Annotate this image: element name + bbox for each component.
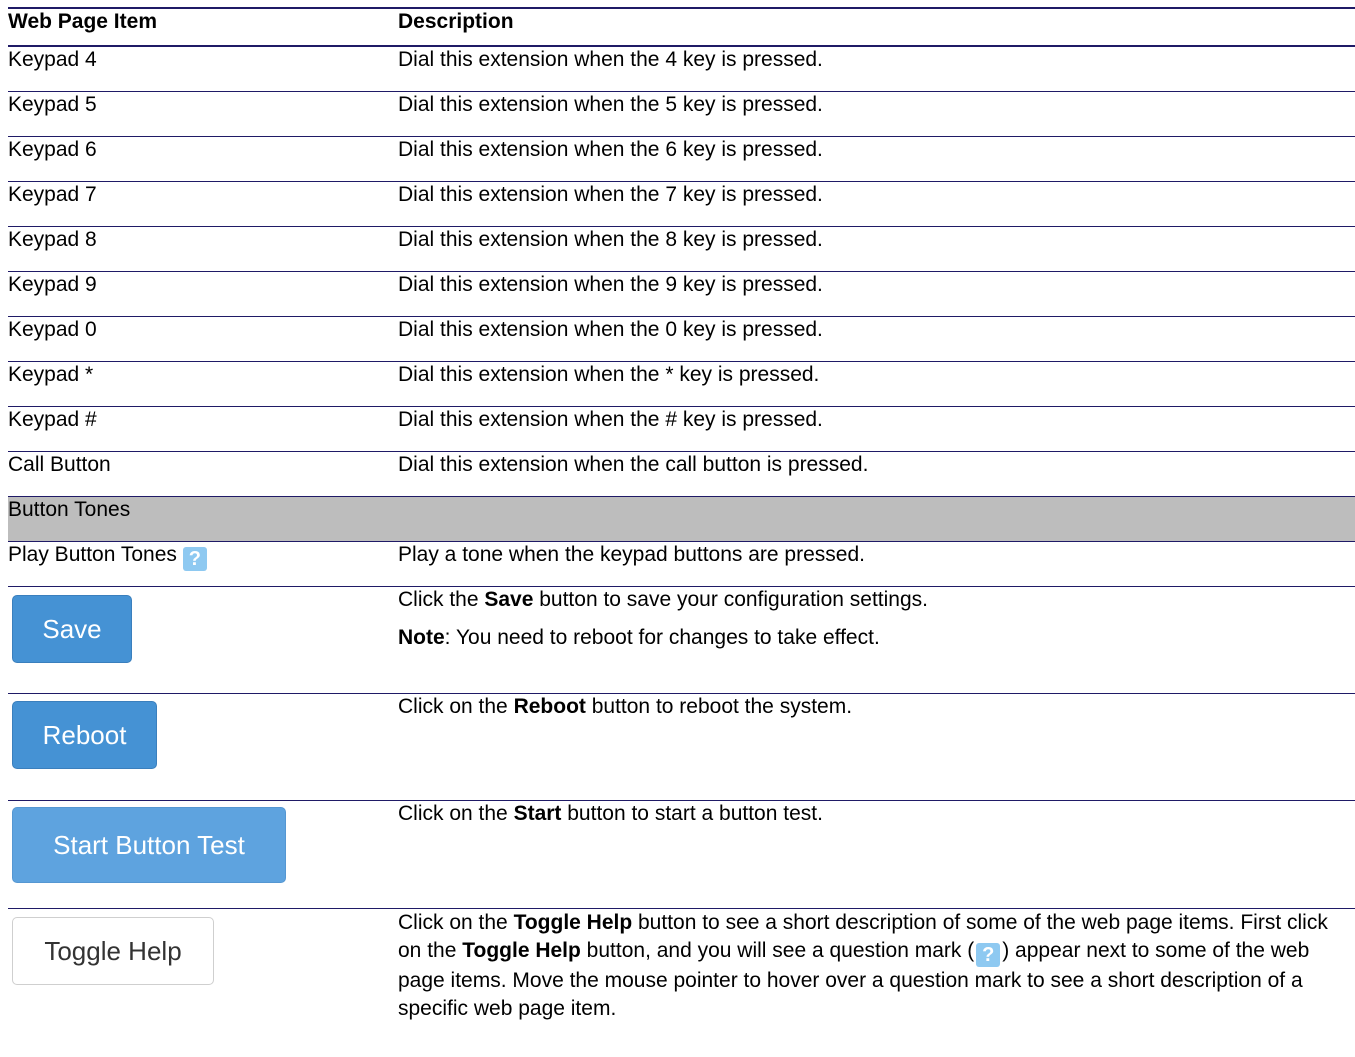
start-test-description: Click on the Start button to start a but… <box>398 801 1355 827</box>
row-description: Click on the Toggle Help button to see a… <box>398 908 1355 1028</box>
table-row: Keypad 5 Dial this extension when the 5 … <box>8 91 1355 136</box>
desc-bold: Save <box>484 587 534 611</box>
desc-bold: Start <box>513 801 562 825</box>
desc-text: Click on the <box>398 801 514 825</box>
table-row-save: Save Click the Save button to save your … <box>8 586 1355 693</box>
row-item: Keypad * <box>8 362 94 386</box>
row-description: Click on the Reboot button to reboot the… <box>398 693 1355 800</box>
desc-text: button, and you will see a question mark… <box>580 938 975 962</box>
table-row: Keypad * Dial this extension when the * … <box>8 361 1355 406</box>
row-description: Play a tone when the keypad buttons are … <box>398 542 865 566</box>
row-description: Dial this extension when the 8 key is pr… <box>398 227 823 251</box>
toggle-help-description: Click on the Toggle Help button to see a… <box>398 909 1339 1023</box>
note-label: Note <box>398 625 445 649</box>
table-row-play-button-tones: Play Button Tones? Play a tone when the … <box>8 541 1355 586</box>
row-item: Start Button Test <box>8 800 398 908</box>
desc-bold: Reboot <box>513 694 586 718</box>
row-item: Toggle Help <box>8 908 398 1028</box>
toggle-help-button[interactable]: Toggle Help <box>12 916 214 985</box>
row-item: Save <box>8 586 398 693</box>
row-item: Keypad 5 <box>8 92 97 116</box>
question-mark-icon: ? <box>976 942 1001 967</box>
question-mark-help-icon[interactable]: ? <box>182 546 207 571</box>
row-description: Dial this extension when the # key is pr… <box>398 407 823 431</box>
row-item: Keypad 8 <box>8 227 97 251</box>
row-item: Keypad # <box>8 407 97 431</box>
table-row-start-button-test: Start Button Test Click on the Start but… <box>8 800 1355 908</box>
table-header-row: Web Page Item Description <box>8 8 1355 46</box>
row-description: Dial this extension when the call button… <box>398 452 869 476</box>
desc-bold: Toggle Help <box>462 938 581 962</box>
row-item: Keypad 7 <box>8 182 97 206</box>
desc-bold: Toggle Help <box>513 910 633 934</box>
table-row-toggle-help: Toggle Help Click on the Toggle Help but… <box>8 908 1355 1028</box>
row-item-label: Play Button Tones <box>8 542 177 566</box>
row-item: Keypad 9 <box>8 272 97 296</box>
row-item: Call Button <box>8 452 111 476</box>
section-title: Button Tones <box>8 497 131 521</box>
row-item: Keypad 0 <box>8 317 97 341</box>
table-row-reboot: Reboot Click on the Reboot button to reb… <box>8 693 1355 800</box>
row-description: Dial this extension when the 0 key is pr… <box>398 317 823 341</box>
row-item: Keypad 6 <box>8 137 97 161</box>
row-description: Click the Save button to save your confi… <box>398 586 1355 693</box>
desc-text: button to start a button test. <box>561 801 823 825</box>
web-page-items-table: Web Page Item Description Keypad 4 Dial … <box>8 7 1355 1028</box>
row-item: Play Button Tones? <box>8 541 398 586</box>
desc-text: Click on the <box>398 910 514 934</box>
table-row: Keypad 0 Dial this extension when the 0 … <box>8 316 1355 361</box>
row-description: Dial this extension when the 4 key is pr… <box>398 48 823 71</box>
save-note: Note: You need to reboot for changes to … <box>398 625 1355 651</box>
table-row: Keypad # Dial this extension when the # … <box>8 406 1355 451</box>
row-item: Reboot <box>8 693 398 800</box>
save-description: Click the Save button to save your confi… <box>398 587 1355 613</box>
reboot-description: Click on the Reboot button to reboot the… <box>398 694 1355 720</box>
row-item: Keypad 4 <box>8 48 97 71</box>
reboot-button[interactable]: Reboot <box>12 700 157 769</box>
row-description: Dial this extension when the 5 key is pr… <box>398 92 823 116</box>
start-button-test-button[interactable]: Start Button Test <box>12 806 286 883</box>
save-button[interactable]: Save <box>12 594 132 663</box>
row-description: Dial this extension when the 9 key is pr… <box>398 272 823 296</box>
table-row: Call Button Dial this extension when the… <box>8 451 1355 496</box>
row-description: Dial this extension when the 6 key is pr… <box>398 137 823 161</box>
desc-text: button to save your configuration settin… <box>533 587 928 611</box>
table-row: Keypad 8 Dial this extension when the 8 … <box>8 226 1355 271</box>
column-header-description: Description <box>398 10 514 33</box>
table-row: Keypad 4 Dial this extension when the 4 … <box>8 46 1355 91</box>
desc-text: Click the <box>398 587 485 611</box>
row-description: Dial this extension when the * key is pr… <box>398 362 820 386</box>
desc-text: button to reboot the system. <box>585 694 853 718</box>
row-description: Dial this extension when the 7 key is pr… <box>398 182 823 206</box>
row-description: Click on the Start button to start a but… <box>398 800 1355 908</box>
table-row: Keypad 6 Dial this extension when the 6 … <box>8 136 1355 181</box>
note-text: : You need to reboot for changes to take… <box>444 625 880 649</box>
desc-text: Click on the <box>398 694 514 718</box>
table-row: Keypad 9 Dial this extension when the 9 … <box>8 271 1355 316</box>
section-row-button-tones: Button Tones <box>8 496 1355 541</box>
table-row: Keypad 7 Dial this extension when the 7 … <box>8 181 1355 226</box>
column-header-item: Web Page Item <box>8 10 157 33</box>
